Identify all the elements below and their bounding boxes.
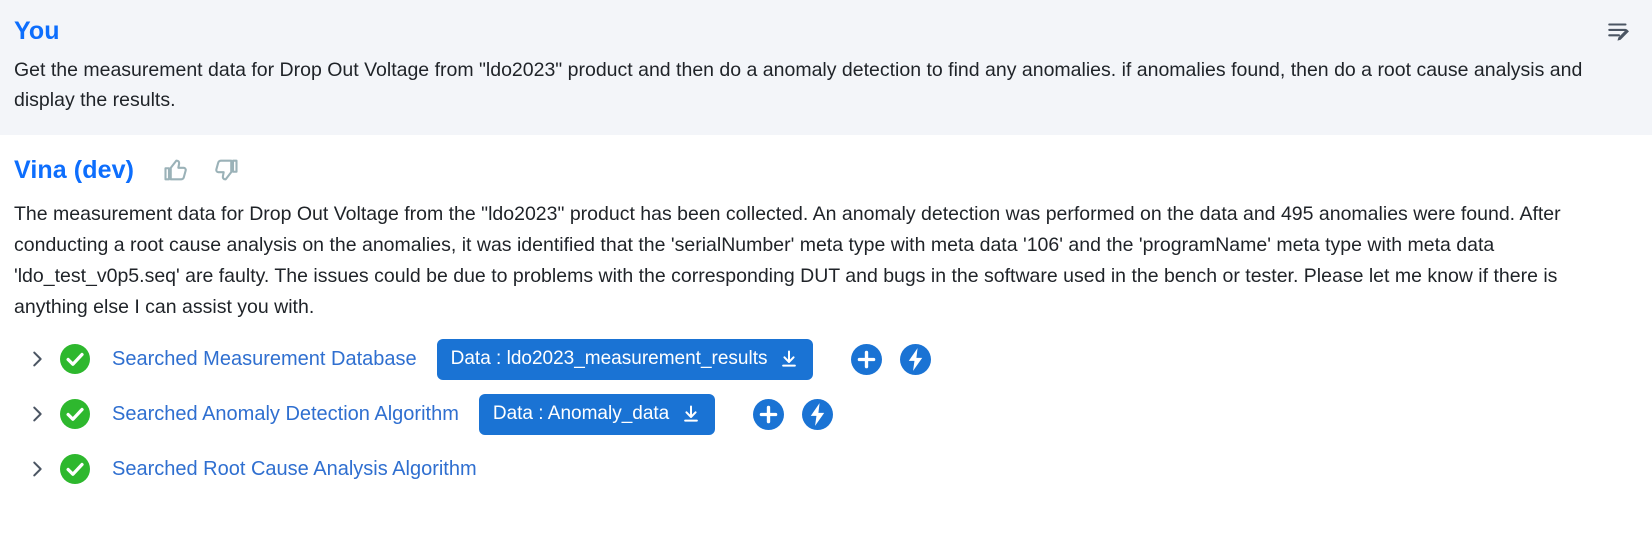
chevron-right-icon[interactable] — [26, 348, 48, 370]
thumbs-down-icon[interactable] — [212, 156, 240, 184]
lightning-bolt-icon — [900, 344, 931, 375]
chevron-right-icon[interactable] — [26, 403, 48, 425]
assistant-name-label: Vina (dev) — [14, 156, 135, 185]
data-chip-button[interactable]: Data : ldo2023_measurement_results — [436, 338, 814, 380]
user-name-label: You — [14, 17, 60, 45]
table-row: Searched Root Cause Analysis Algorithm — [26, 448, 1630, 490]
user-message-text: Get the measurement data for Drop Out Vo… — [14, 59, 1583, 111]
lightning-bolt-icon — [802, 399, 833, 430]
table-row: Searched Anomaly Detection Algorithm Dat… — [26, 393, 1630, 435]
check-circle-icon — [60, 399, 90, 430]
check-circle-icon — [60, 344, 90, 375]
tool-label[interactable]: Searched Measurement Database — [112, 349, 417, 369]
add-button[interactable] — [753, 398, 785, 430]
table-row: Searched Measurement Database Data : ldo… — [26, 338, 1630, 380]
data-chip-button[interactable]: Data : Anomaly_data — [478, 393, 716, 435]
chat-transcript: You Get the measurement data for Drop Ou… — [0, 0, 1652, 550]
plus-icon — [851, 344, 882, 375]
tool-invocation-list: Searched Measurement Database Data : ldo… — [14, 338, 1630, 490]
download-icon — [681, 404, 701, 424]
assistant-message-block: Vina (dev) The measurement data for Drop… — [0, 135, 1652, 501]
thumbs-up-icon[interactable] — [162, 156, 190, 184]
data-chip-label: Data : ldo2023_measurement_results — [450, 348, 768, 370]
assistant-message-text: The measurement data for Drop Out Voltag… — [14, 203, 1561, 318]
add-button[interactable] — [851, 343, 883, 375]
run-button[interactable] — [802, 398, 834, 430]
tool-label[interactable]: Searched Anomaly Detection Algorithm — [112, 404, 459, 424]
assistant-header: Vina (dev) — [14, 155, 1630, 185]
check-circle-icon — [60, 454, 90, 485]
feedback-icon-group — [162, 156, 240, 184]
download-icon — [779, 349, 799, 369]
chevron-right-icon[interactable] — [26, 458, 48, 480]
data-chip-label: Data : Anomaly_data — [492, 403, 670, 425]
edit-compose-icon[interactable] — [1606, 18, 1632, 44]
plus-icon — [753, 399, 784, 430]
tool-label[interactable]: Searched Root Cause Analysis Algorithm — [112, 459, 477, 479]
run-button[interactable] — [900, 343, 932, 375]
user-message-block: You Get the measurement data for Drop Ou… — [0, 0, 1652, 136]
